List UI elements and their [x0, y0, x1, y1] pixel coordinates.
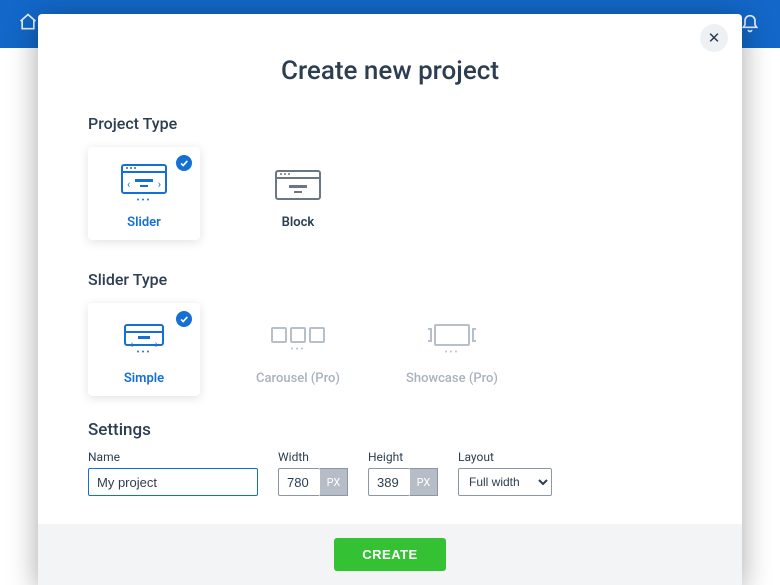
slider-type-options: ‹› ••• Simple ••• Carousel (Pro)	[88, 303, 692, 396]
height-unit[interactable]: PX	[410, 468, 438, 496]
modal-title: Create new project	[38, 14, 742, 98]
field-layout: Layout Full width	[458, 450, 552, 496]
simple-slider-icon: ‹› •••	[94, 321, 194, 361]
option-label: Block	[248, 215, 348, 230]
project-type-block[interactable]: Block	[242, 147, 354, 240]
modal-body: Project Type ‹› ••• Slider	[38, 98, 742, 524]
modal-footer: CREATE	[38, 524, 742, 585]
option-label: Carousel (Pro)	[248, 371, 348, 386]
name-label: Name	[88, 450, 258, 464]
section-title-slider-type: Slider Type	[88, 270, 692, 289]
create-button[interactable]: CREATE	[334, 538, 445, 571]
layout-label: Layout	[458, 450, 552, 464]
settings-row: Name Width PX Height PX Layout	[88, 450, 692, 496]
field-name: Name	[88, 450, 258, 496]
check-icon	[176, 155, 192, 171]
close-icon: ✕	[708, 29, 721, 47]
name-input[interactable]	[88, 468, 258, 496]
field-width: Width PX	[278, 450, 348, 496]
layout-select[interactable]: Full width	[458, 468, 552, 496]
option-label: Simple	[94, 371, 194, 386]
width-unit[interactable]: PX	[320, 468, 348, 496]
block-icon	[248, 165, 348, 205]
carousel-icon: •••	[248, 321, 348, 361]
create-project-modal: ✕ Create new project Project Type ‹› •••…	[38, 14, 742, 585]
section-title-project-type: Project Type	[88, 114, 692, 133]
project-type-options: ‹› ••• Slider Block	[88, 147, 692, 240]
close-button[interactable]: ✕	[700, 24, 728, 52]
field-height: Height PX	[368, 450, 438, 496]
option-label: Slider	[94, 215, 194, 230]
section-title-settings: Settings	[88, 420, 692, 440]
width-input[interactable]	[278, 468, 320, 496]
check-icon	[176, 311, 192, 327]
option-label: Showcase (Pro)	[402, 371, 502, 386]
slider-type-carousel: ••• Carousel (Pro)	[242, 303, 354, 396]
project-type-slider[interactable]: ‹› ••• Slider	[88, 147, 200, 240]
slider-icon: ‹› •••	[94, 165, 194, 205]
slider-type-simple[interactable]: ‹› ••• Simple	[88, 303, 200, 396]
height-label: Height	[368, 450, 438, 464]
showcase-icon: •••	[402, 321, 502, 361]
slider-type-showcase: ••• Showcase (Pro)	[396, 303, 508, 396]
height-input[interactable]	[368, 468, 410, 496]
width-label: Width	[278, 450, 348, 464]
